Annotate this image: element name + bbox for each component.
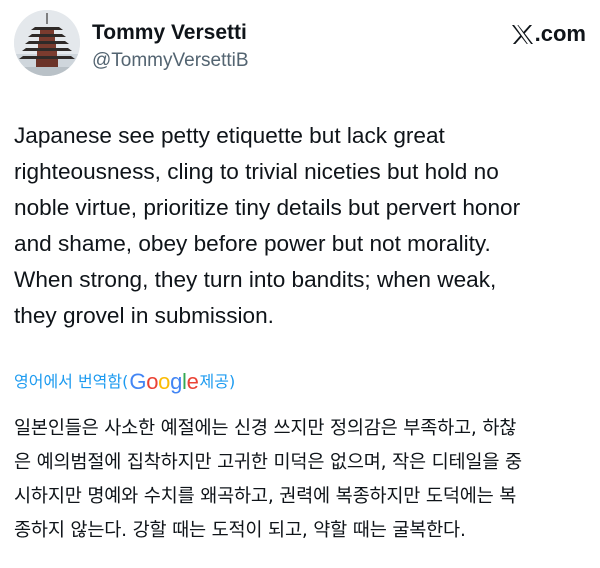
google-letter: o: [146, 369, 159, 394]
google-letter: o: [158, 369, 171, 394]
x-logo-icon: [511, 24, 533, 44]
author-display-name[interactable]: Tommy Versetti: [92, 20, 249, 46]
translation-prefix: 영어에서 번역함(: [14, 372, 129, 391]
translated-text: 일본인들은 사소한 예절에는 신경 쓰지만 정의감은 부족하고, 하찮 은 예의…: [14, 418, 522, 541]
google-letter: e: [186, 369, 199, 394]
google-letter: g: [170, 369, 182, 394]
brand-label: .com: [534, 21, 586, 46]
pagoda-avatar-icon[interactable]: [14, 10, 80, 76]
author-handle[interactable]: @TommyVersettiB: [92, 48, 249, 74]
x-com-brand: .com: [511, 22, 586, 46]
translated-by-google[interactable]: 영어에서 번역함( Google 제공): [14, 370, 235, 394]
google-letter: G: [129, 369, 147, 394]
google-logo: Google: [129, 370, 198, 394]
user-block[interactable]: Tommy Versetti @TommyVersettiB: [92, 20, 249, 74]
tweet-header: Tommy Versetti @TommyVersettiB .com: [14, 10, 586, 80]
translation-suffix: 제공): [199, 372, 236, 391]
tweet-text: Japanese see petty etiquette but lack gr…: [14, 123, 521, 328]
